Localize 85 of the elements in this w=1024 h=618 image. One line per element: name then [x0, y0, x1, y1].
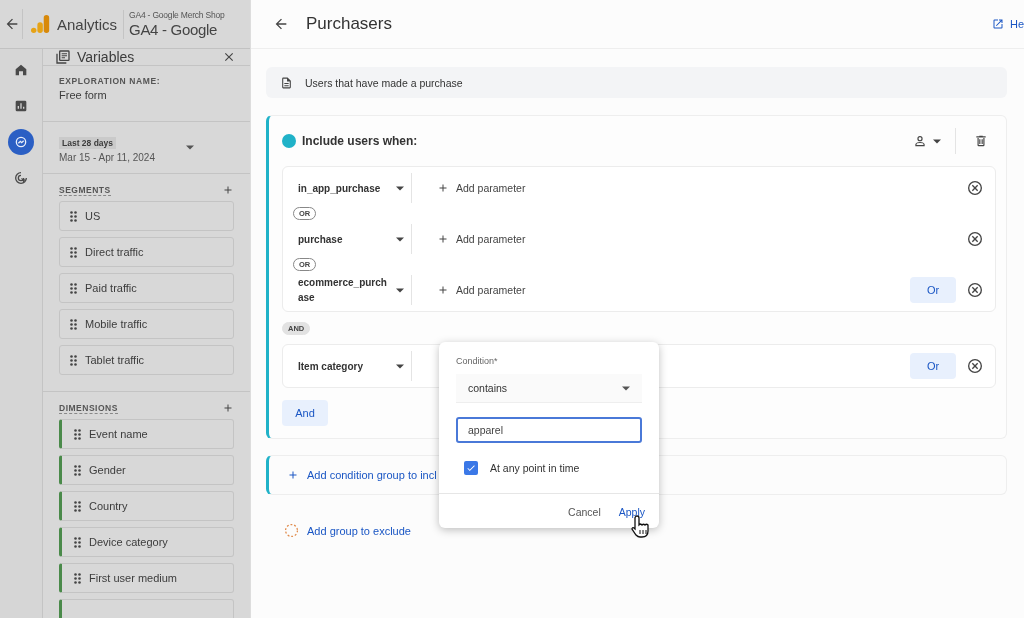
drag-handle-icon[interactable] — [74, 464, 81, 476]
condition-dropdown[interactable]: in_app_purchase — [283, 180, 388, 196]
add-icon[interactable] — [222, 184, 234, 196]
back-arrow-icon[interactable] — [273, 16, 289, 32]
segment-item[interactable]: Paid traffic — [59, 273, 234, 303]
remove-icon[interactable] — [967, 231, 983, 247]
plus-icon[interactable] — [437, 182, 449, 194]
checkbox-label: At any point in time — [490, 462, 580, 474]
drag-handle-icon[interactable] — [70, 246, 77, 258]
document-icon — [280, 75, 293, 90]
dimension-item[interactable]: First user medium — [59, 563, 234, 593]
explore-icon[interactable] — [13, 134, 29, 150]
field-label: Condition* — [456, 356, 499, 366]
add-exclude-group-link[interactable]: Add group to exclude — [307, 524, 411, 537]
or-button[interactable]: Or — [910, 353, 956, 379]
section-heading: SEGMENTS — [59, 184, 111, 196]
apply-button[interactable]: Apply — [618, 506, 645, 518]
condition-dropdown[interactable]: ecommerce_purchase — [283, 275, 388, 305]
property-name[interactable]: GA4 - Google — [129, 19, 225, 39]
dimension-item[interactable]: Device category — [59, 527, 234, 557]
segment-item[interactable]: Direct traffic — [59, 237, 234, 267]
caret-icon — [396, 363, 404, 369]
drag-handle-icon[interactable] — [74, 500, 81, 512]
add-icon[interactable] — [222, 402, 234, 414]
delete-icon[interactable] — [974, 134, 988, 148]
variables-icon — [55, 49, 71, 65]
condition-dropdown[interactable]: Item category — [283, 358, 388, 374]
segment-title: Purchasers — [306, 14, 393, 34]
account-name: GA4 - Google Merch Shop — [129, 9, 225, 20]
drag-handle-icon[interactable] — [74, 536, 81, 548]
caret-icon — [933, 138, 941, 144]
date-range[interactable]: Mar 15 - Apr 11, 2024 — [59, 152, 155, 163]
drag-handle-icon[interactable] — [70, 318, 77, 330]
field-label: EXPLORATION NAME: — [59, 76, 162, 86]
group-dot — [282, 134, 296, 148]
remove-icon[interactable] — [967, 282, 983, 298]
drag-handle-icon[interactable] — [70, 210, 77, 222]
caret-icon — [186, 145, 194, 150]
dimension-item[interactable]: Gender — [59, 455, 234, 485]
add-parameter-button[interactable]: Add parameter — [412, 232, 967, 246]
bar-chart-icon[interactable] — [13, 98, 29, 114]
back-arrow-icon[interactable] — [4, 16, 20, 32]
condition-dropdown[interactable]: purchase — [283, 231, 388, 247]
segment-description[interactable]: Users that have made a purchase — [305, 76, 463, 89]
or-button[interactable]: Or — [910, 277, 956, 303]
add-condition-group-link[interactable]: Add condition group to incl — [307, 469, 437, 481]
caret-icon — [396, 236, 404, 242]
remove-icon[interactable] — [967, 358, 983, 374]
drag-handle-icon[interactable] — [70, 354, 77, 366]
drag-handle-icon[interactable] — [74, 572, 81, 584]
checkbox[interactable] — [464, 461, 478, 475]
product-name: Analytics — [57, 15, 118, 33]
close-icon[interactable] — [222, 50, 236, 64]
segment-item[interactable]: US — [59, 201, 234, 231]
value-field[interactable]: apparel — [456, 417, 642, 443]
analytics-logo-icon — [31, 13, 51, 35]
drag-handle-icon[interactable] — [70, 282, 77, 294]
segment-item[interactable]: Tablet traffic — [59, 345, 234, 375]
external-link-icon[interactable] — [991, 18, 1004, 30]
caret-icon — [396, 185, 404, 191]
caret-icon — [396, 287, 404, 293]
exploration-name[interactable]: Free form — [59, 89, 234, 101]
section-heading: DIMENSIONS — [59, 402, 118, 414]
person-icon[interactable] — [913, 134, 927, 148]
plus-icon[interactable] — [437, 284, 449, 296]
dashed-circle-icon — [284, 523, 299, 538]
date-range-label: Last 28 days — [59, 137, 117, 149]
add-parameter-button[interactable]: Add parameter — [412, 283, 910, 297]
group-heading: Include users when: — [302, 134, 419, 148]
dimension-item[interactable]: Country — [59, 491, 234, 521]
add-parameter-button[interactable]: Add parameter — [412, 181, 967, 195]
and-button[interactable]: And — [282, 400, 328, 426]
panel-title: Variables — [77, 49, 136, 65]
check-icon — [466, 463, 476, 473]
home-icon[interactable] — [13, 62, 29, 78]
segment-item[interactable]: Mobile traffic — [59, 309, 234, 339]
caret-icon — [622, 385, 630, 391]
plus-icon[interactable] — [287, 469, 299, 481]
condition-dropdown[interactable]: contains — [456, 374, 642, 403]
dimension-item[interactable]: Event name — [59, 419, 234, 449]
plus-icon[interactable] — [437, 233, 449, 245]
help-link[interactable]: He — [1009, 18, 1024, 30]
cancel-button[interactable]: Cancel — [568, 506, 601, 518]
remove-icon[interactable] — [967, 180, 983, 196]
drag-handle-icon[interactable] — [74, 428, 81, 440]
